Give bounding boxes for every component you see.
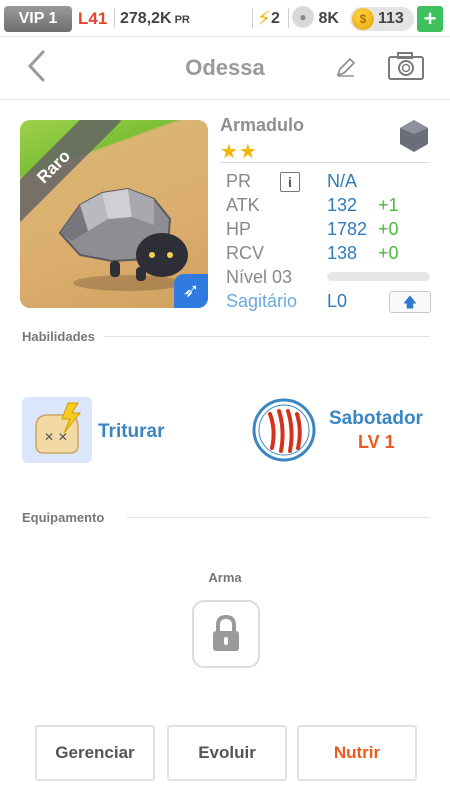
pr-value: N/A [327,171,358,191]
paw-value: 8K [318,10,339,27]
pr-label: PR [226,171,252,191]
equipment-title: Equipamento [22,510,105,525]
weapon-label: Arma [208,570,242,585]
zodiac-sign-label[interactable]: Sagitário [226,291,297,312]
creature-portrait[interactable]: Raro ➶ [20,120,208,308]
divider [104,336,430,337]
info-icon[interactable]: i [280,172,300,192]
vip-badge[interactable]: VIP 1 [4,6,72,32]
camera-icon[interactable] [387,51,425,81]
rcv-bonus: +0 [378,243,399,263]
archer-class-icon: ➶ [174,274,208,308]
manage-button[interactable]: Gerenciar [35,725,155,781]
abilities-title: Habilidades [22,329,95,344]
hp-value: 1782 [327,219,368,239]
claw-marks-icon[interactable] [252,398,316,462]
evolve-button[interactable]: Evoluir [167,725,287,781]
rcv-label: RCV [226,243,265,263]
divider [220,162,430,163]
divider [114,8,115,28]
rock-type-icon [396,118,432,154]
creature-name: Armadulo [220,115,305,135]
divider [288,8,289,28]
skill-crunch-icon[interactable]: ✕ ✕ [22,397,92,463]
player-level: L41 [78,9,108,28]
hp-label: HP [226,219,252,239]
level-label: Nível 03 [226,267,293,287]
coin-icon: $ [352,8,374,30]
star-rating: ★★ [220,141,258,163]
power-stat: 278,2K PR [120,6,190,32]
ability-name[interactable]: Sabotador [329,408,423,430]
pencil-icon[interactable] [334,55,358,79]
header: Odessa [0,37,450,100]
atk-bonus: +1 [378,195,399,215]
divider [126,517,430,518]
power-unit: PR [174,14,190,26]
paw-icon: ● [292,6,314,29]
lock-icon [213,614,239,651]
atk-label: ATK [226,195,260,215]
status-bar: VIP 1 L41 278,2K PR ⚡2 ● 8K $ 113 + [0,0,450,37]
divider [252,8,253,28]
add-coins-button[interactable]: + [417,6,443,32]
power-value: 278,2K [120,10,172,27]
rcv-value: 138 [327,243,358,263]
zodiac-level: L0 [327,291,348,311]
feed-button[interactable]: Nutrir [297,725,417,781]
hp-bonus: +0 [378,219,399,239]
page-title: Odessa [185,55,265,80]
lightning-icon: ⚡ [257,8,272,30]
upgrade-sign-button[interactable]: 🡅 [389,291,431,313]
coin-counter[interactable]: $ 113 [350,7,414,31]
energy-value: 2 [271,10,280,27]
paw-stat[interactable]: ● 8K [292,6,339,32]
weapon-slot[interactable] [192,600,260,668]
level-progress-bar [327,272,430,281]
skill-name[interactable]: Triturar [98,421,165,443]
coin-value: 113 [378,10,404,27]
energy-stat[interactable]: ⚡2 [257,6,280,32]
ability-level: LV 1 [358,432,395,452]
atk-value: 132 [327,195,358,215]
